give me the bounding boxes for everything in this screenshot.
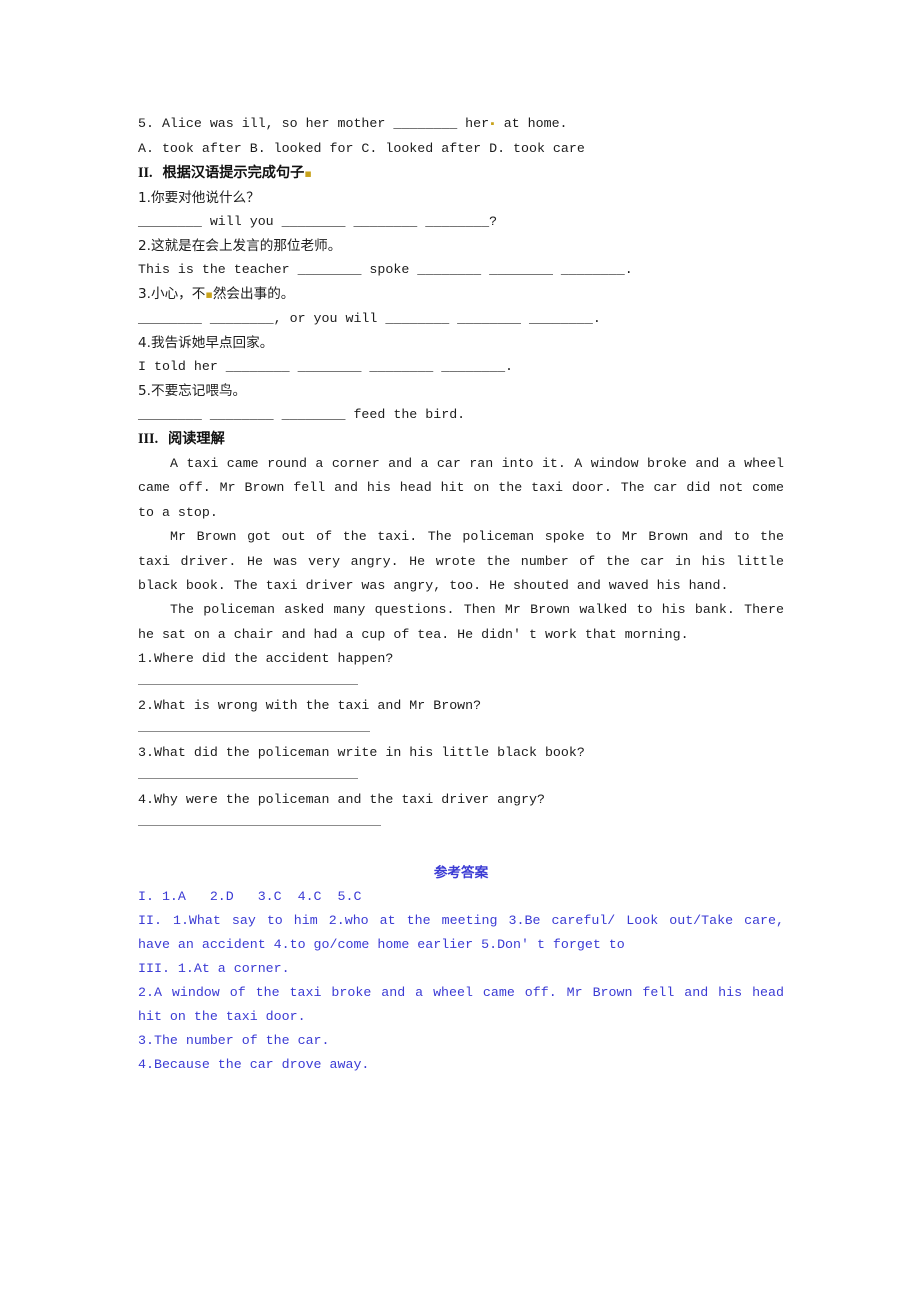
answer-blank-3[interactable]	[138, 778, 358, 780]
item-3-prompt-a: 3.小心，不	[138, 286, 206, 302]
section-2-heading: II. 根据汉语提示完成句子▪	[138, 161, 784, 186]
section-3-heading: III. 阅读理解	[138, 427, 784, 452]
reading-question-1: 1.Where did the accident happen?	[138, 651, 394, 667]
editing-mark-icon: ▪	[205, 288, 213, 301]
section-2-title-cn: 根据汉语提示完成句子	[162, 165, 305, 181]
answer-key-line-4: 2.A window of the taxi broke and a wheel…	[138, 985, 792, 1025]
question-5-options: A. took after B. looked for C. looked af…	[138, 141, 585, 156]
section-2-roman: II.	[138, 165, 153, 181]
passage-paragraph-1: A taxi came round a corner and a car ran…	[138, 456, 784, 520]
answer-key-line-3: III. 1.At a corner.	[138, 961, 290, 977]
answer-blank-2[interactable]	[138, 731, 370, 733]
item-3-answer-line[interactable]: ________ ________, or you will ________ …	[138, 307, 784, 331]
answer-key-title: 参考答案	[433, 865, 489, 882]
item-5-answer-line[interactable]: ________ ________ ________ feed the bird…	[138, 403, 784, 427]
section-3-title-cn: 阅读理解	[168, 431, 225, 447]
question-5-text: 5. Alice was ill, so her mother ________…	[138, 116, 490, 131]
answer-blank-4[interactable]	[138, 825, 381, 827]
item-1-prompt: 1.你要对他说什么？	[138, 190, 260, 206]
item-3-prompt-b: 然会出事的。	[212, 286, 295, 302]
reading-question-2: 2.What is wrong with the taxi and Mr Bro…	[138, 694, 784, 718]
answer-key-line-2: II. 1.What say to him 2.who at the meeti…	[138, 913, 792, 953]
answer-blank-1[interactable]	[138, 684, 358, 686]
reading-question-4: 4.Why were the policeman and the taxi dr…	[138, 792, 545, 808]
item-4-answer-line[interactable]: I told her ________ ________ ________ __…	[138, 355, 784, 379]
passage-paragraph-2: Mr Brown got out of the taxi. The police…	[138, 529, 784, 594]
answer-key-line-1: I. 1.A 2.D 3.C 4.C 5.C	[138, 889, 362, 905]
reading-question-2-text: 2.What is wrong with the taxi and Mr Bro…	[138, 698, 482, 714]
item-3-prompt: 3.小心，不▪然会出事的。	[138, 282, 784, 307]
answer-key-line-5: 3.The number of the car.	[138, 1033, 330, 1049]
reading-question-3: 3.What did the policeman write in his li…	[138, 745, 585, 761]
item-4-prompt: 4.我告诉她早点回家。	[138, 335, 274, 351]
question-5-text-end: at home.	[495, 116, 568, 131]
editing-mark-icon: ▪	[489, 119, 496, 131]
item-2-prompt: 2.这就是在会上发言的那位老师。	[138, 238, 342, 254]
passage-paragraph-3: The policeman asked many questions. Then…	[138, 602, 784, 642]
item-1-answer-line[interactable]: ________ will you ________ ________ ____…	[138, 210, 784, 234]
worksheet-page: 5. Alice was ill, so her mother ________…	[138, 112, 784, 1077]
question-5-line: 5. Alice was ill, so her mother ________…	[138, 112, 784, 137]
item-5-prompt: 5.不要忘记喂鸟。	[138, 383, 247, 399]
item-2-answer-line[interactable]: This is the teacher ________ spoke _____…	[138, 258, 784, 282]
answer-key-line-6: 4.Because the car drove away.	[138, 1057, 370, 1073]
section-3-roman: III.	[138, 431, 159, 447]
editing-mark-icon: ▪	[304, 167, 312, 180]
